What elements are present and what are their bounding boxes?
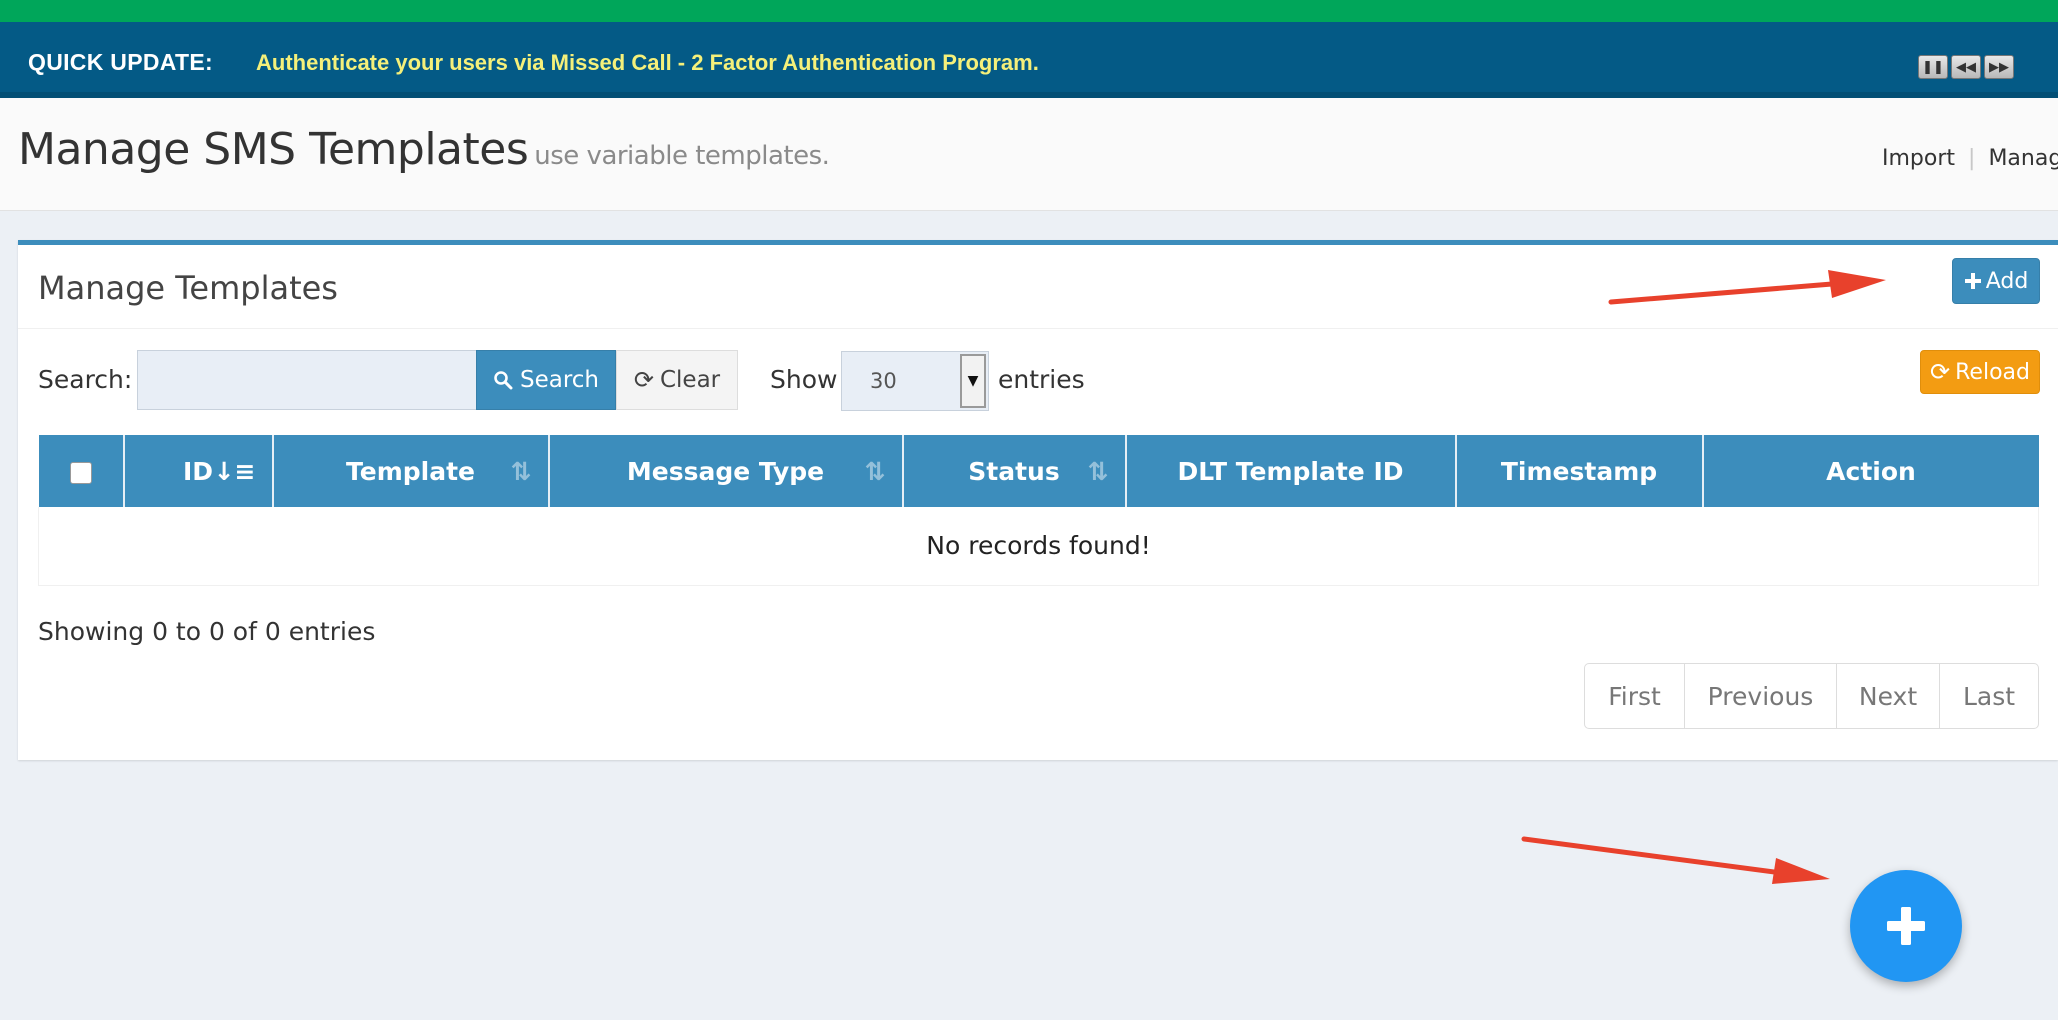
- show-label: Show: [770, 365, 838, 394]
- page-title: Manage SMS Templates use variable templat…: [18, 124, 830, 175]
- search-button-label: Search: [519, 367, 600, 393]
- pause-icon[interactable]: ❚❚: [1918, 55, 1948, 79]
- manage-templates-box: Manage Templates Add Search: Search ⟳ Cl…: [18, 240, 2058, 760]
- templates-table: ID ↓≡ Template ⇅ Message Type ⇅ Status ⇅…: [38, 435, 2039, 586]
- search-input[interactable]: [137, 350, 477, 410]
- sort-icon: ⇅: [864, 457, 886, 486]
- sort-icon: ⇅: [1087, 457, 1109, 486]
- refresh-icon: ⟳: [1930, 358, 1951, 386]
- plus-icon: [1887, 907, 1925, 945]
- quick-update-ticker: QUICK UPDATE: Authenticate your users vi…: [0, 22, 2058, 98]
- table-header-row: ID ↓≡ Template ⇅ Message Type ⇅ Status ⇅…: [38, 435, 2039, 507]
- import-link[interactable]: Import: [1882, 146, 1955, 171]
- search-button[interactable]: Search: [476, 350, 616, 410]
- box-header-divider: [18, 328, 2058, 329]
- column-header-timestamp: Timestamp: [1455, 435, 1704, 507]
- pagination: First Previous Next Last: [1584, 663, 2039, 729]
- pagination-next[interactable]: Next: [1837, 664, 1940, 728]
- column-header-message-type[interactable]: Message Type ⇅: [548, 435, 904, 507]
- refresh-icon: ⟳: [633, 366, 654, 394]
- empty-table-message: No records found!: [38, 507, 2039, 586]
- column-header-label: ID: [182, 456, 214, 486]
- arrow-to-fab: [1521, 836, 1830, 884]
- column-header-action: Action: [1702, 435, 2039, 507]
- column-header-template[interactable]: Template ⇅: [272, 435, 550, 507]
- ticker-controls: ❚❚ ◀◀ ▶▶: [1918, 55, 2014, 79]
- add-button[interactable]: Add: [1952, 258, 2040, 304]
- ticker-label: QUICK UPDATE:: [28, 49, 213, 75]
- rewind-icon[interactable]: ◀◀: [1951, 55, 1981, 79]
- column-header-label: DLT Template ID: [1177, 456, 1404, 486]
- clear-button-label: Clear: [659, 367, 721, 393]
- search-label: Search:: [38, 365, 133, 394]
- pagination-first[interactable]: First: [1585, 664, 1685, 728]
- page-title-text: Manage SMS Templates: [18, 124, 529, 175]
- manage-link[interactable]: Manage: [1988, 146, 2058, 171]
- fast-forward-icon[interactable]: ▶▶: [1984, 55, 2014, 79]
- column-header-status[interactable]: Status ⇅: [902, 435, 1127, 507]
- entries-per-page-select[interactable]: 30 ▼: [841, 351, 989, 411]
- page-subtitle: use variable templates.: [534, 141, 830, 171]
- reload-button-label: Reload: [1955, 359, 2030, 385]
- caret-down-icon[interactable]: ▼: [960, 354, 986, 408]
- clear-button[interactable]: ⟳ Clear: [616, 350, 738, 410]
- add-button-label: Add: [1985, 268, 2029, 294]
- entries-select-value: 30: [870, 369, 897, 393]
- pagination-previous[interactable]: Previous: [1685, 664, 1837, 728]
- breadcrumb: Import | Manage: [1882, 146, 2058, 171]
- page-header: Manage SMS Templates use variable templat…: [0, 98, 2058, 211]
- table-info: Showing 0 to 0 of 0 entries: [38, 617, 376, 646]
- search-icon: [494, 371, 513, 390]
- column-header-label: Timestamp: [1500, 456, 1658, 486]
- pagination-last[interactable]: Last: [1940, 664, 2038, 728]
- sort-icon: ⇅: [510, 457, 532, 486]
- column-header-label: Action: [1826, 456, 1916, 486]
- select-all-header: [38, 435, 125, 507]
- top-strip: [0, 0, 2058, 22]
- column-header-label: Message Type: [626, 456, 825, 486]
- column-header-id[interactable]: ID ↓≡: [123, 435, 274, 507]
- ticker-message[interactable]: Authenticate your users via Missed Call …: [256, 50, 1039, 76]
- column-header-label: Template: [346, 456, 475, 486]
- table-row: No records found!: [38, 507, 2039, 586]
- column-header-label: Status: [968, 456, 1060, 486]
- column-header-dlt-template-id: DLT Template ID: [1125, 435, 1457, 507]
- box-title: Manage Templates: [38, 269, 338, 307]
- entries-label: entries: [998, 365, 1085, 394]
- select-all-checkbox[interactable]: [69, 461, 92, 484]
- reload-button[interactable]: ⟳ Reload: [1920, 350, 2040, 394]
- sort-desc-icon: ↓≡: [213, 457, 256, 486]
- floating-add-button[interactable]: [1850, 870, 1962, 982]
- plus-icon: [1964, 273, 1981, 289]
- breadcrumb-separator: |: [1968, 146, 1976, 171]
